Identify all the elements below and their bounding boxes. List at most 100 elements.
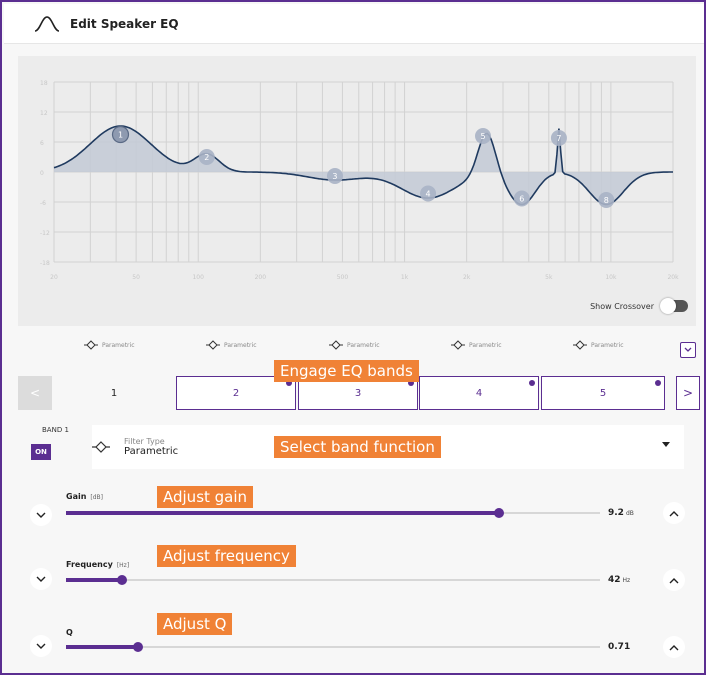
filter-type-label: Parametric: [347, 341, 380, 349]
y-tick-label: 12: [40, 110, 48, 117]
filter-type-label: Parametric: [591, 341, 624, 349]
gain-increase-button[interactable]: [663, 502, 685, 524]
gain-decrease-button[interactable]: [30, 504, 52, 526]
chevron-down-icon: [36, 512, 46, 518]
tab-label: 3: [354, 387, 362, 399]
tab-label: 4: [475, 387, 483, 399]
gain-value: 9.2 dB: [608, 508, 656, 518]
chevron-right-icon: >: [682, 386, 694, 400]
x-tick-label: 5k: [545, 274, 553, 281]
q-slider-fill: [66, 645, 139, 649]
expand-filters-button[interactable]: [680, 342, 696, 358]
filter-type-item[interactable]: Parametric: [206, 340, 257, 350]
q-label-text: Q: [66, 628, 73, 637]
gain-slider-thumb[interactable]: [493, 508, 504, 518]
x-tick-label: 20k: [667, 274, 679, 281]
x-tick-label: 200: [255, 274, 267, 281]
filter-type-label: Parametric: [102, 341, 135, 349]
gain-unit: [dB]: [90, 494, 104, 501]
callout-engage-bands: Engage EQ bands: [274, 360, 419, 382]
show-crossover-label: Show Crossover: [590, 301, 654, 311]
tab-band-4[interactable]: 4: [419, 376, 539, 410]
frequency-label-text: Frequency: [66, 560, 113, 569]
q-decrease-button[interactable]: [30, 635, 52, 657]
x-tick-label: 50: [132, 274, 140, 281]
q-slider-thumb[interactable]: [133, 642, 144, 652]
chevron-down-icon: [36, 643, 46, 649]
q-value: 0.71: [608, 642, 656, 652]
x-tick-label: 100: [192, 274, 204, 281]
filter-type-item[interactable]: Parametric: [451, 340, 502, 350]
gain-slider-fill: [66, 511, 499, 515]
filter-type-item[interactable]: Parametric: [329, 340, 380, 350]
eq-response-graph[interactable]: 181260-6-12-1820 50 100 200 500 1k 2k 5k 10k 20k1…: [18, 56, 696, 326]
dropdown-caret-icon: [662, 442, 670, 447]
parametric-filter-icon: [92, 441, 110, 453]
chevron-down-icon: [36, 576, 46, 582]
header-bar: Edit Speaker EQ: [4, 4, 704, 44]
x-tick-label: 2k: [463, 274, 471, 281]
frequency-label: Frequency [Hz]: [66, 560, 129, 569]
band-marker-label: 4: [426, 190, 431, 199]
y-tick-label: 18: [40, 80, 48, 87]
tab-band-1[interactable]: 1: [54, 376, 188, 410]
band-marker-label: 5: [480, 132, 485, 141]
band-marker-label: 6: [519, 195, 524, 204]
chevron-up-icon: [669, 510, 679, 516]
gain-control: Gain [dB] 9.2 dB: [2, 492, 706, 542]
filter-type-row: Parametric Parametric Parametric Paramet…: [2, 340, 706, 360]
y-tick-label: -6: [40, 200, 46, 207]
q-increase-button[interactable]: [663, 636, 685, 658]
band-on-toggle[interactable]: ON: [31, 444, 51, 460]
callout-adjust-frequency: Adjust frequency: [157, 545, 296, 567]
band-marker-label: 1: [118, 131, 123, 140]
callout-select-function: Select band function: [274, 436, 441, 458]
page-title: Edit Speaker EQ: [70, 16, 179, 31]
parametric-filter-icon: [206, 340, 220, 350]
parametric-filter-icon: [84, 340, 98, 350]
parametric-filter-icon: [329, 340, 343, 350]
gain-value-number: 9.2: [608, 508, 624, 518]
chevron-up-icon: [669, 644, 679, 650]
show-crossover-toggle[interactable]: [660, 298, 688, 314]
gain-value-unit: dB: [625, 510, 634, 517]
y-tick-label: 0: [40, 170, 44, 177]
eq-response-area: [54, 126, 673, 205]
bell-curve-icon: [34, 15, 60, 32]
parametric-filter-icon: [451, 340, 465, 350]
q-label: Q: [66, 628, 73, 637]
band-enabled-dot: [655, 380, 661, 386]
gain-label-text: Gain: [66, 492, 87, 501]
band-marker-label: 7: [556, 134, 561, 143]
filter-type-item[interactable]: Parametric: [84, 340, 135, 350]
tab-band-5[interactable]: 5: [541, 376, 665, 410]
gain-slider[interactable]: [66, 508, 600, 518]
frequency-slider[interactable]: [66, 575, 600, 585]
x-tick-label: 20: [50, 274, 58, 281]
frequency-control: Frequency [Hz] 42 Hz: [2, 558, 706, 608]
callout-adjust-gain: Adjust gain: [157, 486, 254, 508]
prev-band-button[interactable]: <: [18, 376, 52, 410]
q-slider[interactable]: [66, 642, 600, 652]
band-marker-label: 8: [604, 196, 609, 205]
tab-label: 5: [599, 387, 607, 399]
parametric-filter-icon: [573, 340, 587, 350]
chevron-down-icon: [684, 347, 692, 352]
frequency-slider-thumb[interactable]: [117, 575, 128, 585]
frequency-increase-button[interactable]: [663, 569, 685, 591]
frequency-value-number: 42: [608, 575, 621, 585]
q-control: Q 0.71: [2, 624, 706, 674]
frequency-decrease-button[interactable]: [30, 568, 52, 590]
band-marker-label: 3: [332, 172, 337, 181]
y-tick-label: -12: [40, 230, 50, 237]
eq-graph-card: 18 12 6 0 -6 -12 -18 20 50 100 200 500 1k 2k 5k 10k 20k 1…: [18, 56, 696, 326]
gain-label: Gain [dB]: [66, 492, 103, 501]
chevron-left-icon: <: [29, 386, 41, 400]
frequency-value-unit: Hz: [622, 577, 631, 584]
tab-label: 2: [232, 387, 240, 399]
tab-label: 1: [110, 387, 118, 399]
filter-type-item[interactable]: Parametric: [573, 340, 624, 350]
frequency-value: 42 Hz: [608, 575, 656, 585]
next-band-button[interactable]: >: [676, 376, 700, 410]
filter-type-label: Parametric: [224, 341, 257, 349]
